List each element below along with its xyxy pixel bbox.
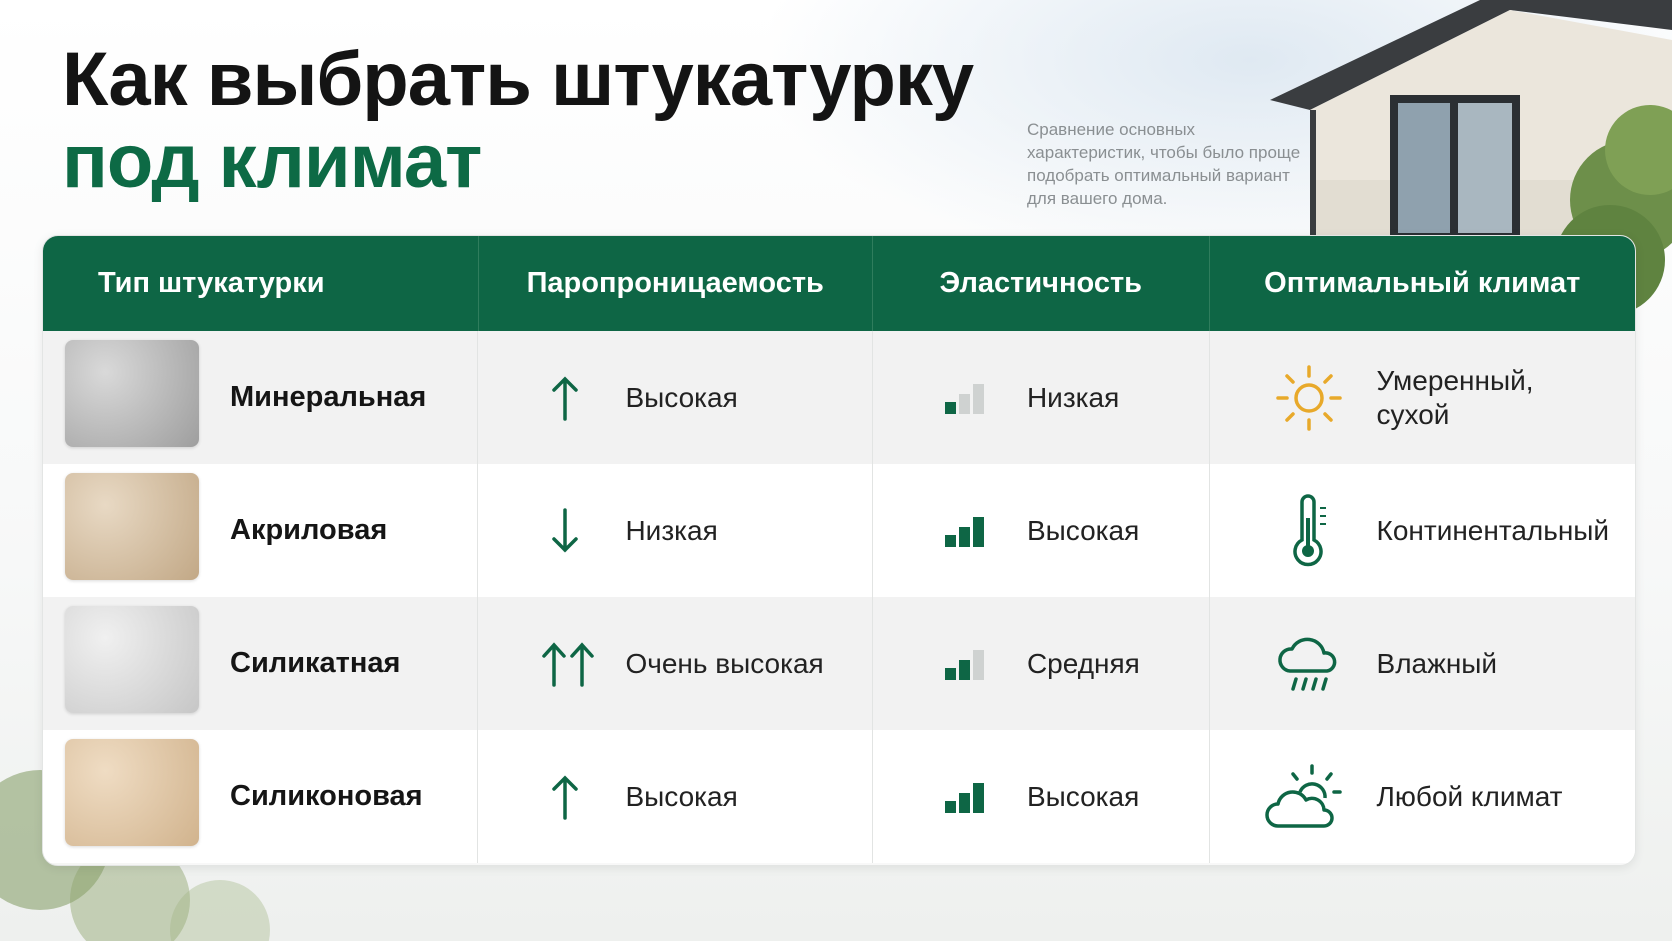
rain-cloud-icon [1274, 631, 1344, 697]
elasticity-value: Средняя [1026, 647, 1140, 679]
header-vapor: Паропроницаемость [479, 236, 873, 331]
plaster-type: Минеральная [230, 381, 427, 413]
signal-bars-icon [943, 781, 987, 813]
table-row: Силикатная Очень высокая Средняя Влажный [43, 597, 1635, 730]
signal-bars-icon [943, 515, 987, 547]
elasticity-cell: Высокая [873, 464, 1210, 597]
comparison-table: Тип штукатурки Паропроницаемость Эластич… [42, 235, 1636, 866]
plaster-type: Силиконовая [230, 780, 423, 812]
elasticity-value: Высокая [1026, 780, 1140, 812]
title-line-1: Как выбрать штукатурку [62, 37, 974, 122]
vapor-value: Высокая [625, 381, 738, 413]
vapor-cell: Очень высокая [478, 597, 873, 730]
climate-cell: Любой климат [1210, 730, 1635, 863]
climate-cell: Умеренный, сухой [1210, 331, 1635, 464]
table-row: Минеральная Высокая Низкая Умеренный, су… [43, 331, 1635, 464]
type-cell: Минеральная [43, 331, 479, 464]
plaster-swatch [65, 606, 199, 713]
vapor-cell: Высокая [478, 331, 873, 464]
elasticity-cell: Низкая [873, 331, 1210, 464]
type-cell: Силиконовая [43, 730, 479, 863]
thermometer-icon [1288, 493, 1332, 568]
header-climate: Оптимальный климат [1264, 267, 1581, 299]
header-elasticity: Эластичность [873, 236, 1210, 331]
sun-cloud-icon [1264, 762, 1344, 832]
subtitle: Сравнение основных характеристик, чтобы … [1027, 120, 1301, 208]
climate-value: Континентальный [1376, 514, 1610, 546]
double-arrow-up-icon [540, 639, 596, 689]
page-title: Как выбрать штукатурку под климат [62, 37, 974, 204]
climate-value: Умеренный, сухой [1376, 364, 1534, 430]
signal-bars-icon [943, 382, 987, 414]
climate-value: Любой климат [1376, 780, 1563, 812]
elasticity-value: Низкая [1026, 381, 1120, 413]
table-header: Тип штукатурки Паропроницаемость Эластич… [43, 236, 1635, 331]
arrow-down-icon [540, 506, 590, 556]
arrow-up-icon [540, 373, 590, 423]
vapor-cell: Низкая [478, 464, 873, 597]
type-cell: Силикатная [43, 597, 479, 730]
climate-value: Влажный [1376, 647, 1498, 679]
vapor-cell: Высокая [478, 730, 873, 863]
vapor-value: Низкая [625, 514, 718, 546]
vapor-value: Высокая [625, 780, 738, 812]
table-row: Силиконовая Высокая Высокая Любой климат [43, 730, 1635, 863]
plaster-type: Акриловая [230, 514, 388, 546]
elasticity-value: Высокая [1026, 514, 1140, 546]
plaster-swatch [65, 473, 199, 580]
plaster-swatch [65, 340, 199, 447]
vapor-value: Очень высокая [625, 647, 824, 679]
plaster-swatch [65, 739, 199, 846]
elasticity-cell: Высокая [873, 730, 1210, 863]
signal-bars-icon [943, 648, 987, 680]
elasticity-cell: Средняя [873, 597, 1210, 730]
climate-cell: Влажный [1210, 597, 1635, 730]
header-type: Тип штукатурки [43, 236, 479, 331]
arrow-up-icon [540, 772, 590, 822]
sun-icon [1274, 363, 1344, 433]
climate-cell: Континентальный [1210, 464, 1635, 597]
plaster-type: Силикатная [230, 647, 401, 679]
title-line-2: под климат [62, 119, 482, 204]
type-cell: Акриловая [43, 464, 479, 597]
table-row: Акриловая Низкая Высокая Континентальный [43, 464, 1635, 597]
